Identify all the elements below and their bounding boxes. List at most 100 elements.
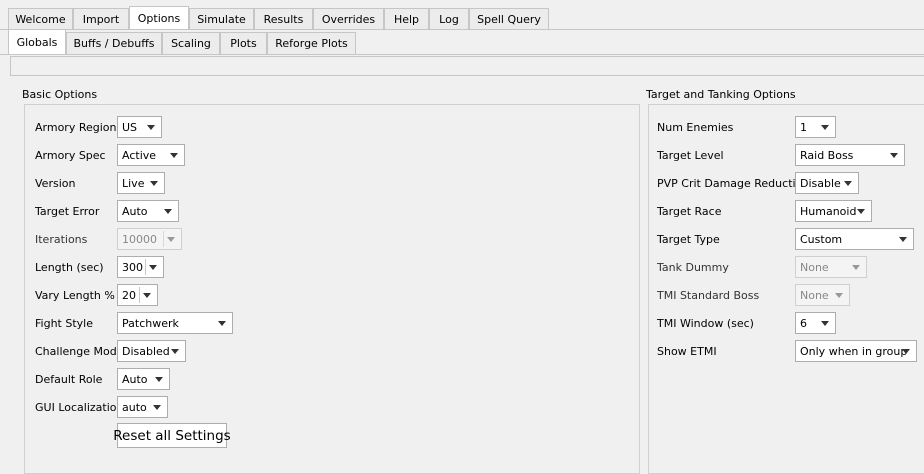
num-enemies-dropdown[interactable]: 1	[795, 116, 836, 138]
num-enemies-label: Num Enemies	[657, 121, 734, 134]
default-role-value: Auto	[122, 372, 148, 386]
subtab-globals[interactable]: Globals	[8, 29, 66, 54]
num-enemies-value: 1	[800, 120, 807, 134]
chevron-down-icon	[821, 125, 829, 130]
version-label: Version	[35, 177, 76, 190]
subtab-plots[interactable]: Plots	[220, 32, 267, 54]
tmi-window-dropdown[interactable]: 6	[795, 312, 836, 334]
target-level-label: Target Level	[657, 149, 724, 162]
tank-dummy-value: None	[800, 260, 829, 274]
chevron-down-icon	[857, 209, 865, 214]
tab-label: Results	[263, 12, 304, 26]
tab-results[interactable]: Results	[254, 8, 313, 29]
target-level-value: Raid Boss	[800, 148, 854, 162]
armory-spec-dropdown[interactable]: Active	[117, 144, 185, 166]
tab-label: Simulate	[197, 12, 246, 26]
subtab-label: Plots	[230, 37, 257, 50]
tmi-standard-boss-value: None	[800, 288, 829, 302]
tab-label: Overrides	[321, 12, 376, 26]
chevron-down-icon	[218, 321, 226, 326]
target-error-dropdown[interactable]: Auto	[117, 200, 179, 222]
version-value: Live	[122, 176, 145, 190]
combo-divider	[163, 231, 164, 247]
tab-simulate[interactable]: Simulate	[189, 8, 254, 29]
chevron-down-icon	[149, 265, 157, 270]
challenge-mode-label: Challenge Mode	[35, 345, 124, 358]
reset-all-settings-button[interactable]: Reset all Settings	[113, 423, 231, 448]
tab-label: Options	[137, 11, 181, 25]
tab-welcome[interactable]: Welcome	[8, 8, 73, 29]
chevron-down-icon	[155, 377, 163, 382]
target-error-value: Auto	[122, 204, 148, 218]
fight-style-dropdown[interactable]: Patchwerk	[117, 312, 233, 334]
tab-log[interactable]: Log	[429, 8, 469, 29]
show-etmi-value: Only when in group	[800, 344, 908, 358]
tmi-window-value: 6	[800, 316, 807, 330]
tab-options[interactable]: Options	[129, 6, 189, 29]
chevron-down-icon	[902, 349, 910, 354]
subtab-scaling[interactable]: Scaling	[162, 32, 220, 54]
tab-label: Import	[82, 12, 120, 26]
target-type-dropdown[interactable]: Custom	[795, 228, 914, 250]
show-etmi-dropdown[interactable]: Only when in group	[795, 340, 917, 362]
target-race-dropdown[interactable]: Humanoid	[795, 200, 872, 222]
gui-localization-label: GUI Localization	[35, 401, 124, 414]
basic-options-title: Basic Options	[22, 88, 98, 101]
target-type-value: Custom	[800, 232, 843, 246]
vary-length-combo[interactable]: 20	[117, 284, 158, 306]
chevron-down-icon	[171, 349, 179, 354]
default-role-label: Default Role	[35, 373, 103, 386]
default-role-dropdown[interactable]: Auto	[117, 368, 170, 390]
tab-label: Spell Query	[477, 12, 541, 26]
tab-help[interactable]: Help	[384, 8, 429, 29]
tab-import[interactable]: Import	[73, 8, 129, 29]
chevron-down-icon	[167, 237, 175, 242]
version-dropdown[interactable]: Live	[117, 172, 165, 194]
tab-label: Help	[393, 12, 420, 26]
combo-divider	[145, 259, 146, 275]
chevron-down-icon	[143, 293, 151, 298]
target-type-label: Target Type	[657, 233, 720, 246]
tmi-standard-boss-label: TMI Standard Boss	[657, 289, 760, 302]
gui-localization-value: auto	[122, 400, 147, 414]
chevron-down-icon	[852, 265, 860, 270]
target-level-dropdown[interactable]: Raid Boss	[795, 144, 905, 166]
chevron-down-icon	[844, 181, 852, 186]
pvp-crit-value: Disable	[800, 176, 841, 190]
armory-region-label: Armory Region	[35, 121, 117, 134]
length-combo[interactable]: 300	[117, 256, 164, 278]
tab-label: Log	[439, 12, 459, 26]
length-label: Length (sec)	[35, 261, 104, 274]
challenge-mode-dropdown[interactable]: Disabled	[117, 340, 186, 362]
armory-region-dropdown[interactable]: US	[117, 116, 162, 138]
chevron-down-icon	[899, 237, 907, 242]
vary-length-value: 20	[122, 288, 136, 302]
show-etmi-label: Show ETMI	[657, 345, 717, 358]
chevron-down-icon	[835, 293, 843, 298]
subtab-buffs-debuffs[interactable]: Buffs / Debuffs	[66, 32, 162, 54]
chevron-down-icon	[170, 153, 178, 158]
tab-spell-query[interactable]: Spell Query	[469, 8, 549, 29]
gui-localization-dropdown[interactable]: auto	[117, 396, 168, 418]
length-value: 300	[122, 260, 143, 274]
tab-label: Welcome	[15, 12, 66, 26]
chevron-down-icon	[821, 321, 829, 326]
fight-style-value: Patchwerk	[122, 316, 179, 330]
target-race-value: Humanoid	[800, 204, 857, 218]
iterations-combo: 10000	[117, 228, 182, 250]
chevron-down-icon	[164, 209, 172, 214]
chevron-down-icon	[890, 153, 898, 158]
target-race-label: Target Race	[657, 205, 722, 218]
subtab-label: Scaling	[171, 37, 211, 50]
chevron-down-icon	[147, 125, 155, 130]
pvp-crit-label: PVP Crit Damage Reduction	[657, 177, 810, 190]
tank-dummy-dropdown: None	[795, 256, 867, 278]
chevron-down-icon	[150, 181, 158, 186]
tmi-standard-boss-dropdown: None	[795, 284, 850, 306]
challenge-mode-value: Disabled	[122, 344, 170, 358]
subtab-reforge-plots[interactable]: Reforge Plots	[267, 32, 356, 54]
target-error-label: Target Error	[35, 205, 100, 218]
pvp-crit-dropdown[interactable]: Disable	[795, 172, 859, 194]
tab-overrides[interactable]: Overrides	[313, 8, 384, 29]
subtab-label: Buffs / Debuffs	[73, 37, 155, 50]
